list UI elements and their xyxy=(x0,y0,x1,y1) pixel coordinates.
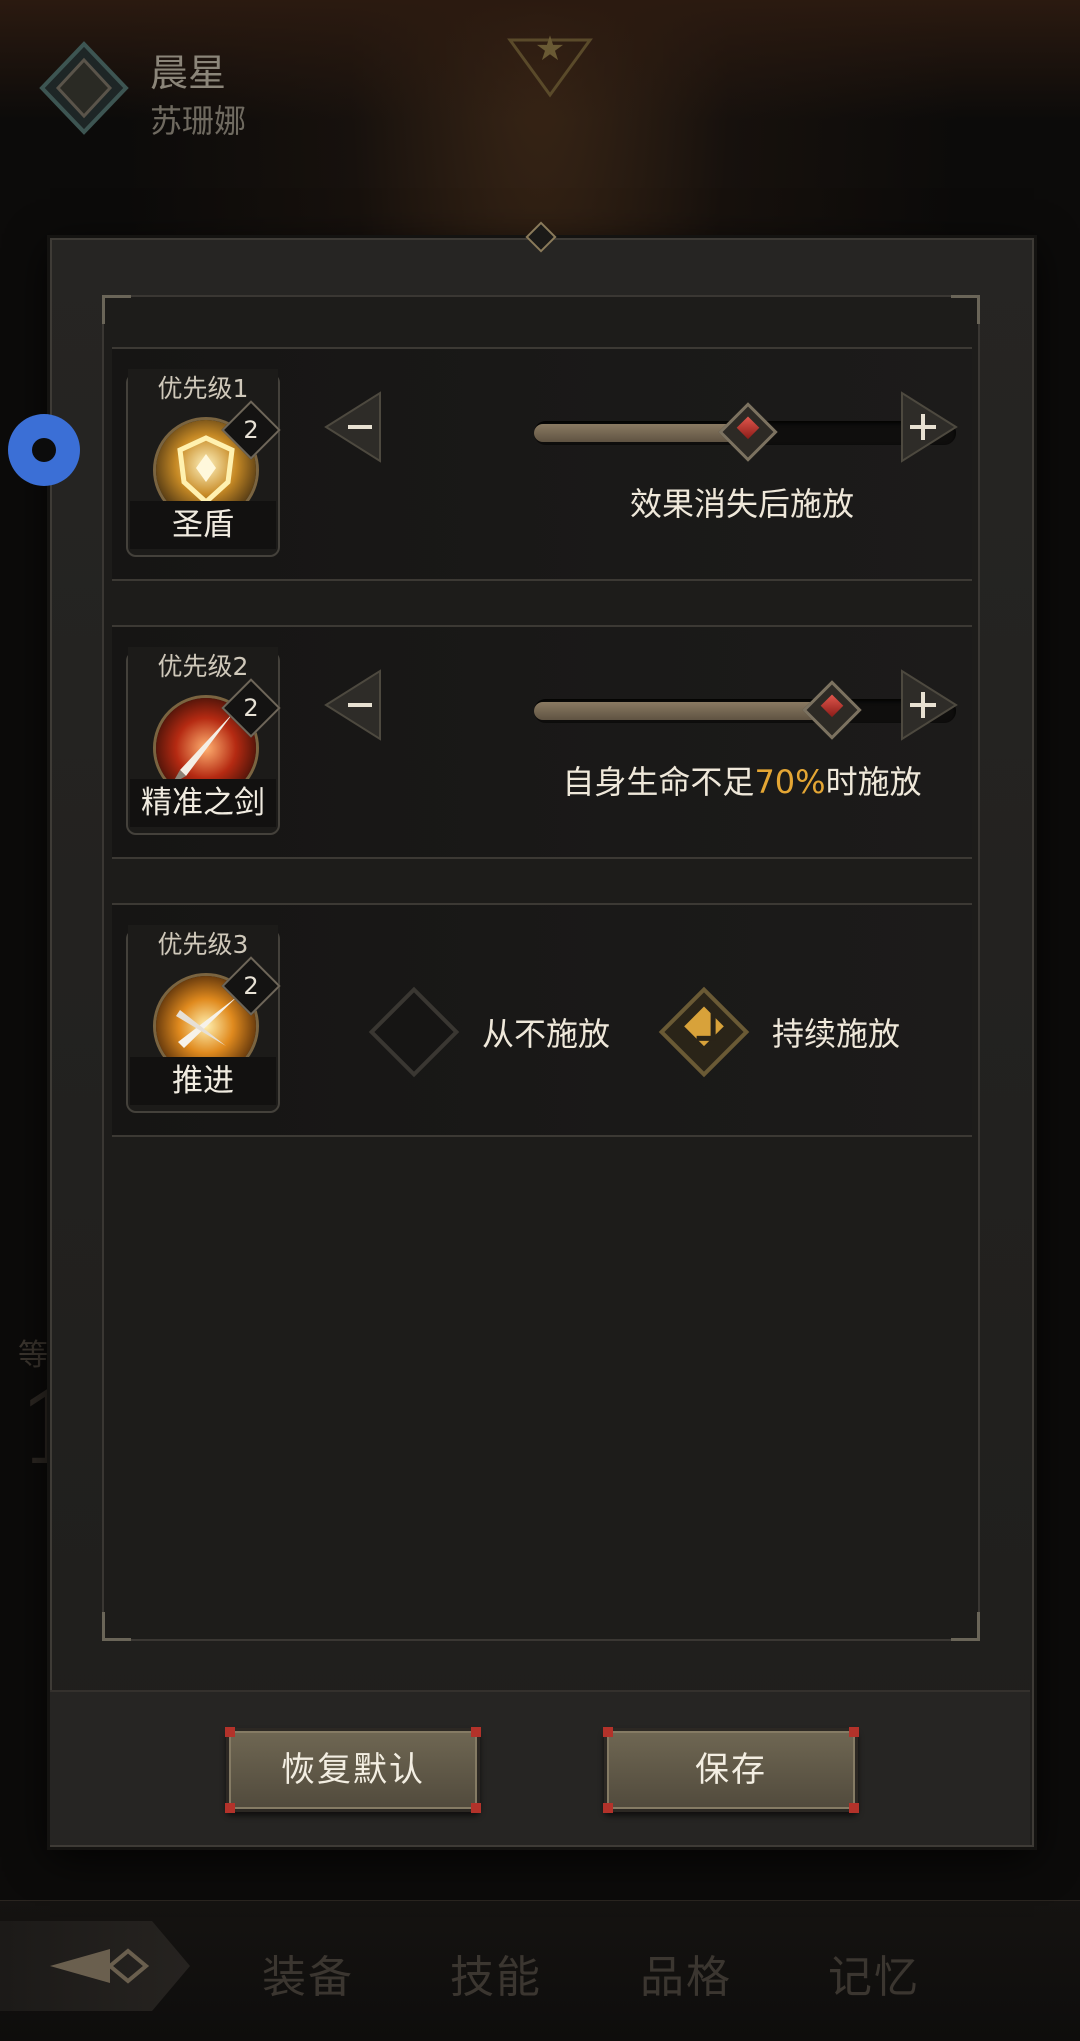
option-never-cast[interactable]: 从不施放 xyxy=(368,986,611,1078)
crest-stars-icon: ★ xyxy=(507,29,593,98)
button-corner xyxy=(849,1803,859,1813)
plus-button[interactable] xyxy=(884,389,960,465)
skill-name: 圣盾 xyxy=(130,501,276,549)
button-corner xyxy=(471,1727,481,1737)
skill-level-value: 2 xyxy=(243,972,259,1000)
back-arrow-icon xyxy=(50,1948,150,1984)
priority-label: 优先级3 xyxy=(128,925,278,961)
priority-label: 优先级2 xyxy=(128,647,278,683)
cast-condition-text: 效果消失后施放 xyxy=(629,485,854,523)
slider-fill xyxy=(534,702,830,720)
option-label: 持续施放 xyxy=(772,1015,901,1053)
modal-footer: 恢复默认 保存 xyxy=(50,1690,1030,1845)
bottom-nav: 装备 技能 品格 记忆 xyxy=(0,1900,1080,2041)
minus-icon xyxy=(348,425,372,429)
checkbox-checked-icon[interactable] xyxy=(658,986,750,1078)
corner-ornament xyxy=(951,1612,980,1641)
corner-ornament xyxy=(102,295,131,324)
skill-name: 推进 xyxy=(130,1057,276,1105)
skill-level-value: 2 xyxy=(243,416,259,444)
slider-thumb[interactable] xyxy=(718,402,778,462)
slider-fill xyxy=(534,424,745,442)
condition-prefix: 自身生命不足 xyxy=(562,763,755,801)
checkmark-icon xyxy=(696,1011,716,1041)
button-corner xyxy=(225,1727,235,1737)
button-corner xyxy=(849,1727,859,1737)
hero-title: 晨星 xyxy=(150,51,227,95)
minus-icon xyxy=(348,703,372,707)
hero-emblem-icon xyxy=(39,41,129,135)
checkbox-unchecked-icon[interactable] xyxy=(368,986,460,1078)
tab-character[interactable]: 品格 xyxy=(640,1941,732,2005)
hero-name: 苏珊娜 xyxy=(150,102,247,140)
option-always-cast[interactable]: 持续施放 xyxy=(658,986,901,1078)
svg-text:★: ★ xyxy=(535,29,565,69)
save-button[interactable]: 保存 xyxy=(603,1727,859,1813)
save-label: 保存 xyxy=(695,1750,767,1790)
plus-button[interactable] xyxy=(884,667,960,743)
minus-button[interactable] xyxy=(322,667,398,743)
skill-card[interactable]: 优先级3 2 推进 xyxy=(126,925,281,1113)
cast-condition-text: 自身生命不足70%时施放 xyxy=(442,757,1042,803)
condition-suffix: 时施放 xyxy=(825,763,922,801)
back-button[interactable] xyxy=(0,1921,190,2011)
minus-button[interactable] xyxy=(322,389,398,465)
skill-name: 精准之剑 xyxy=(130,779,276,827)
tab-equipment[interactable]: 装备 xyxy=(262,1941,354,2005)
skill-level-value: 2 xyxy=(243,694,259,722)
touch-indicator xyxy=(8,414,80,486)
slider-thumb[interactable] xyxy=(802,680,863,740)
corner-ornament xyxy=(951,295,980,324)
skill-row-1: 优先级1 2 圣盾 效果消失后施放 xyxy=(112,347,972,581)
option-label: 从不施放 xyxy=(482,1015,611,1053)
tab-skills[interactable]: 技能 xyxy=(450,1941,542,2005)
priority-label: 优先级1 xyxy=(128,369,278,405)
corner-ornament xyxy=(102,1612,131,1641)
reset-label: 恢复默认 xyxy=(281,1750,425,1790)
skill-row-3: 优先级3 2 推进 从不施放 持续施放 xyxy=(112,903,972,1137)
bg-level-label: 等 xyxy=(18,1338,48,1373)
tab-memory[interactable]: 记忆 xyxy=(828,1941,920,2005)
button-corner xyxy=(603,1803,613,1813)
button-corner xyxy=(225,1803,235,1813)
skill-card[interactable]: 优先级2 2 精准之剑 xyxy=(126,647,281,835)
skill-card[interactable]: 优先级1 2 圣盾 xyxy=(126,369,281,557)
button-corner xyxy=(603,1727,613,1737)
button-corner xyxy=(471,1803,481,1813)
condition-threshold-value: 70% xyxy=(754,763,826,801)
skill-row-2: 优先级2 2 精准之剑 自身生命不足70%时施放 xyxy=(112,625,972,859)
reset-default-button[interactable]: 恢复默认 xyxy=(225,1727,481,1813)
